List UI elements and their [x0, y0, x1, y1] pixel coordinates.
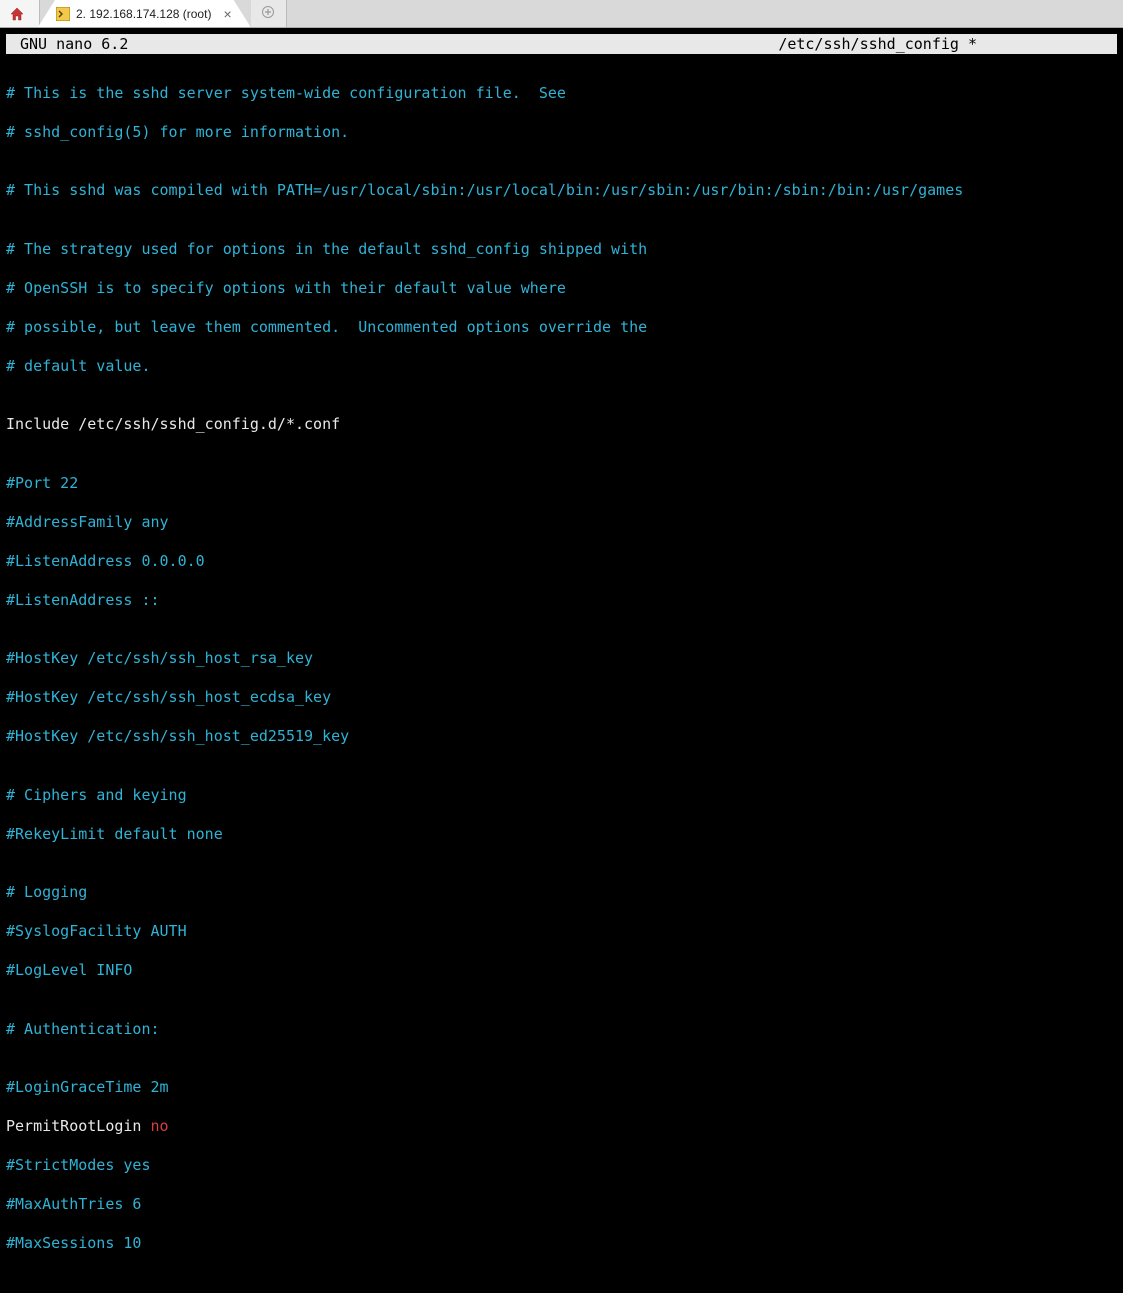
config-line: # The strategy used for options in the d…	[6, 240, 1117, 260]
plus-icon	[262, 6, 274, 21]
config-line: #LoginGraceTime 2m	[6, 1078, 1117, 1098]
config-line: #MaxAuthTries 6	[6, 1195, 1117, 1215]
config-key: PermitRootLogin	[6, 1117, 151, 1135]
config-line: #HostKey /etc/ssh/ssh_host_rsa_key	[6, 649, 1117, 669]
config-line: #Port 22	[6, 474, 1117, 494]
close-icon[interactable]: ×	[223, 6, 231, 22]
config-line: PermitRootLogin no	[6, 1117, 1117, 1137]
config-value: no	[151, 1117, 169, 1135]
config-line: # default value.	[6, 357, 1117, 377]
config-line: #LogLevel INFO	[6, 961, 1117, 981]
tab-label: 2. 192.168.174.128 (root)	[76, 7, 211, 21]
tab-bar: 2. 192.168.174.128 (root) ×	[0, 0, 1123, 28]
config-line: #MaxSessions 10	[6, 1234, 1117, 1254]
config-line: # Ciphers and keying	[6, 786, 1117, 806]
config-line: #RekeyLimit default none	[6, 825, 1117, 845]
config-line: # This sshd was compiled with PATH=/usr/…	[6, 181, 1117, 201]
tab-home[interactable]	[0, 0, 40, 27]
config-line: #ListenAddress 0.0.0.0	[6, 552, 1117, 572]
config-line: #SyslogFacility AUTH	[6, 922, 1117, 942]
config-line: # This is the sshd server system-wide co…	[6, 84, 1117, 104]
nano-filename: /etc/ssh/sshd_config *	[778, 35, 1117, 53]
terminal-area[interactable]: GNU nano 6.2 /etc/ssh/sshd_config * # Th…	[0, 34, 1123, 1293]
nano-app-name: GNU nano 6.2	[6, 35, 128, 53]
terminal-icon	[56, 7, 70, 21]
config-line: # OpenSSH is to specify options with the…	[6, 279, 1117, 299]
config-line: #AddressFamily any	[6, 513, 1117, 533]
config-line: # Authentication:	[6, 1020, 1117, 1040]
config-line: Include /etc/ssh/sshd_config.d/*.conf	[6, 415, 1117, 435]
tab-new[interactable]	[251, 0, 287, 27]
config-line: # sshd_config(5) for more information.	[6, 123, 1117, 143]
config-line: #HostKey /etc/ssh/ssh_host_ed25519_key	[6, 727, 1117, 747]
nano-titlebar: GNU nano 6.2 /etc/ssh/sshd_config *	[6, 34, 1117, 54]
editor-content[interactable]: # This is the sshd server system-wide co…	[0, 58, 1123, 1293]
config-line: # Logging	[6, 883, 1117, 903]
config-line: # possible, but leave them commented. Un…	[6, 318, 1117, 338]
tab-session[interactable]: 2. 192.168.174.128 (root) ×	[38, 0, 251, 27]
config-line: #StrictModes yes	[6, 1156, 1117, 1176]
config-line: #ListenAddress ::	[6, 591, 1117, 611]
config-line: #HostKey /etc/ssh/ssh_host_ecdsa_key	[6, 688, 1117, 708]
home-icon	[9, 6, 25, 22]
